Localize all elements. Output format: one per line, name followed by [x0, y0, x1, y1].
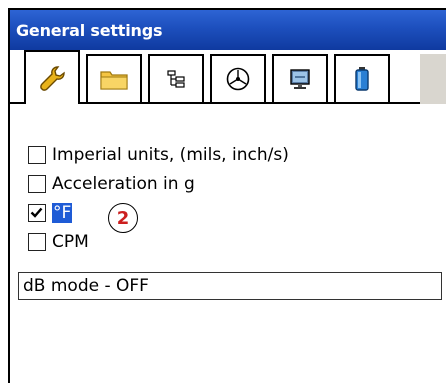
- monitor-icon: [290, 69, 310, 89]
- tab-display[interactable]: [272, 54, 328, 102]
- tab-gauge[interactable]: [210, 54, 266, 102]
- option-acceleration-g[interactable]: Acceleration in g: [28, 173, 195, 195]
- fahrenheit-label: °F: [52, 203, 73, 223]
- cpm-label: CPM: [52, 232, 89, 252]
- tab-tree[interactable]: [148, 54, 204, 102]
- battery-icon: [355, 67, 369, 91]
- folder-icon: [100, 71, 128, 90]
- option-cpm[interactable]: CPM: [28, 231, 89, 253]
- tab-bar-remainder: [420, 54, 446, 104]
- imperial-units-label: Imperial units, (mils, inch/s): [52, 145, 289, 165]
- db-mode-field[interactable]: dB mode - OFF: [18, 272, 442, 300]
- callout-badge: 2: [108, 203, 138, 233]
- window-title: General settings: [16, 21, 163, 40]
- tab-bar: [10, 50, 446, 104]
- tab-folder[interactable]: [86, 54, 142, 102]
- option-fahrenheit[interactable]: °F: [28, 202, 73, 224]
- checkmark-icon: [30, 207, 43, 218]
- tab-general[interactable]: [24, 50, 80, 104]
- tab-battery[interactable]: [334, 54, 390, 102]
- fahrenheit-checkbox[interactable]: [28, 204, 46, 222]
- wrench-icon: [40, 66, 65, 91]
- gauge-icon: [226, 67, 250, 91]
- imperial-units-checkbox[interactable]: [28, 146, 46, 164]
- cpm-checkbox[interactable]: [28, 233, 46, 251]
- option-imperial-units[interactable]: Imperial units, (mils, inch/s): [28, 144, 289, 166]
- settings-content: Imperial units, (mils, inch/s) Accelerat…: [10, 104, 446, 383]
- tree-view-icon: [167, 70, 185, 88]
- title-bar: General settings: [10, 10, 446, 50]
- acceleration-g-checkbox[interactable]: [28, 175, 46, 193]
- acceleration-g-label: Acceleration in g: [52, 174, 195, 194]
